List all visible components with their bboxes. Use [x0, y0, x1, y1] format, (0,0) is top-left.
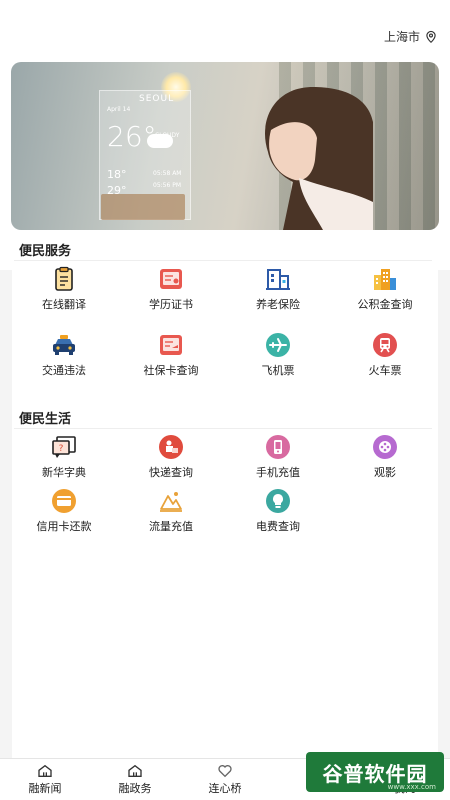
services-divider [14, 260, 432, 261]
nav-news[interactable]: 融新闻 [0, 759, 90, 800]
person-photo [265, 87, 373, 230]
data-mountain-icon [160, 492, 182, 512]
location-label: 上海市 [383, 30, 420, 44]
service-label: 在线翻译 [42, 298, 86, 311]
sunset-time: 05:56 PM [153, 182, 181, 189]
nav-label: 连心桥 [208, 782, 242, 795]
services-title: 便民服务 [19, 244, 72, 259]
life-data-topup[interactable]: 流量充值 [131, 488, 211, 534]
building-icon [266, 269, 290, 290]
delivery-icon [159, 435, 183, 459]
promo-banner[interactable]: SEOUL April 14 26° CLOUDY 18° 29° 05:58 … [11, 62, 439, 230]
life-label: 观影 [374, 466, 396, 479]
car-icon [53, 335, 75, 355]
heart-icon [218, 765, 232, 778]
certificate-icon [160, 269, 182, 289]
home-icon [128, 764, 142, 777]
service-label: 交通违法 [42, 364, 86, 377]
svg-text:?: ? [59, 444, 64, 454]
life-label: 快递查询 [149, 466, 193, 479]
life-title: 便民生活 [19, 412, 72, 427]
credit-card-icon [52, 489, 76, 513]
life-express[interactable]: 快递查询 [131, 434, 211, 480]
watermark-logo: 谷普软件园 www.xxx.com [306, 752, 444, 792]
top-bar: 上海市 [0, 0, 450, 56]
life-dictionary[interactable]: ? 新华字典 [24, 434, 104, 480]
life-credit-card[interactable]: 信用卡还款 [24, 488, 104, 534]
airplane-icon [266, 333, 290, 357]
weather-city: SEOUL [139, 94, 175, 104]
clipboard-icon [55, 266, 73, 291]
sunrise-time: 05:58 AM [153, 170, 182, 177]
service-label: 社保卡查询 [143, 364, 199, 377]
location-selector[interactable]: 上海市 [384, 28, 438, 45]
life-label: 手机充值 [256, 466, 300, 479]
service-label: 飞机票 [261, 364, 295, 377]
service-train[interactable]: 火车票 [345, 332, 425, 378]
life-divider [14, 428, 432, 429]
life-label: 电费查询 [256, 520, 300, 533]
location-pin-icon [426, 30, 436, 43]
service-translate[interactable]: 在线翻译 [24, 266, 104, 312]
dictionary-icon: ? [52, 436, 76, 458]
nav-bridge[interactable]: 连心桥 [180, 759, 270, 800]
nav-label: 融新闻 [28, 782, 62, 795]
service-label: 学历证书 [149, 298, 193, 311]
right-gutter [438, 270, 450, 760]
life-phone-topup[interactable]: 手机充值 [238, 434, 318, 480]
service-traffic[interactable]: 交通违法 [24, 332, 104, 378]
service-label: 养老保险 [256, 298, 300, 311]
train-icon [373, 333, 397, 357]
city-icon [374, 269, 396, 290]
forecast-strip [101, 194, 185, 220]
service-social-card[interactable]: 社保卡查询 [131, 332, 211, 378]
weather-date: April 14 [107, 106, 131, 113]
weather-low: 18° [107, 168, 127, 181]
home-icon [38, 764, 52, 777]
life-label: 流量充值 [149, 520, 193, 533]
watermark-sub: www.xxx.com [387, 783, 436, 791]
service-label: 公积金查询 [357, 298, 413, 311]
service-flight[interactable]: 飞机票 [238, 332, 318, 378]
film-reel-icon [373, 435, 397, 459]
left-gutter [0, 270, 12, 760]
life-electricity[interactable]: 电费查询 [238, 488, 318, 534]
service-housing-fund[interactable]: 公积金查询 [345, 266, 425, 312]
nav-label: 融政务 [118, 782, 152, 795]
life-movies[interactable]: 观影 [345, 434, 425, 480]
service-pension[interactable]: 养老保险 [238, 266, 318, 312]
service-label: 火车票 [368, 364, 402, 377]
card-icon [160, 335, 182, 355]
life-label: 信用卡还款 [36, 520, 92, 533]
cloud-icon [147, 134, 173, 148]
life-label: 新华字典 [42, 466, 86, 479]
bulb-icon [266, 489, 290, 513]
phone-icon [266, 435, 290, 459]
service-diploma[interactable]: 学历证书 [131, 266, 211, 312]
nav-government[interactable]: 融政务 [90, 759, 180, 800]
